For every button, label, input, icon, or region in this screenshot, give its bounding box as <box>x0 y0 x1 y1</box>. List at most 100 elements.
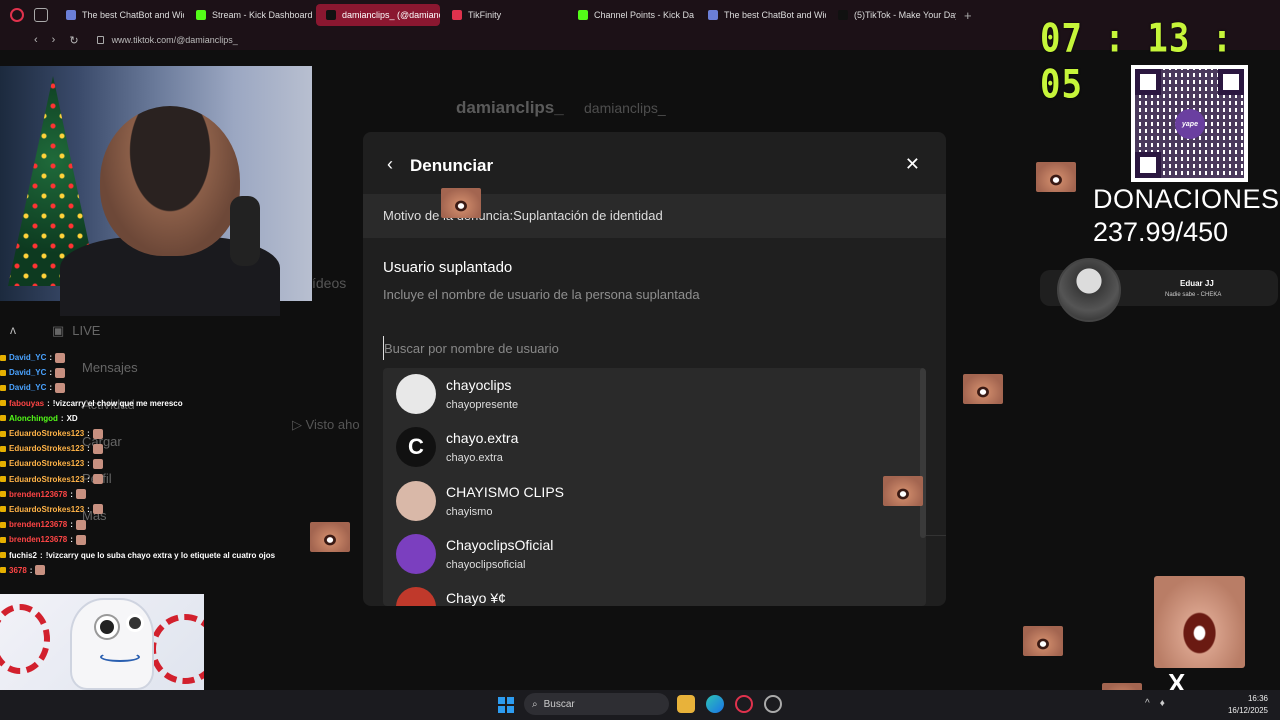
result-name: chayoclips <box>446 377 512 393</box>
modal-title: Denunciar <box>410 156 494 175</box>
chat-emote-icon <box>35 565 46 576</box>
back-icon[interactable]: ‹ <box>34 34 38 47</box>
chat-badge-icon <box>0 506 6 513</box>
tab-label: The best ChatBot and Wid <box>82 10 184 20</box>
browser-tab[interactable]: Stream - Kick Dashboard <box>186 4 314 26</box>
reload-icon[interactable]: ↻ <box>69 34 78 47</box>
laughing-emote <box>1154 576 1245 668</box>
pipe-cleaner-arm <box>150 614 204 684</box>
settings-app-icon[interactable] <box>764 695 782 713</box>
username-search-input[interactable] <box>383 336 926 360</box>
chat-badge-icon <box>0 430 6 437</box>
mic-icon[interactable]: ♦ <box>1160 698 1165 709</box>
watched-label: ▷ Visto aho <box>292 417 360 432</box>
donations-title: DONACIONES <box>1093 184 1280 214</box>
search-results-dropdown: chayoclips chayopresente Cchayo.extra chayo… <box>383 368 926 606</box>
videos-tab[interactable]: ídeos <box>312 275 346 291</box>
chat-badge-icon <box>0 369 6 376</box>
chat-message: 3678: <box>0 563 300 578</box>
search-result-item[interactable]: Chayo ¥¢ <box>383 581 926 606</box>
chat-message: brenden123678: <box>0 532 300 547</box>
chat-badge-icon <box>0 460 6 467</box>
browser-tab[interactable]: The best ChatBot and Wid <box>56 4 184 26</box>
chat-username: EduardoStrokes123 <box>9 504 85 514</box>
profile-handle: damianclips_ <box>584 100 666 116</box>
chat-message: David_YC: <box>0 365 300 380</box>
c-logo-icon: C <box>408 434 424 460</box>
tab-favicon-icon <box>326 10 336 20</box>
browser-tab[interactable]: Channel Points - Kick Da <box>568 4 696 26</box>
forky-mouth <box>100 652 140 662</box>
taskbar-search[interactable]: ⌕ Buscar <box>524 693 669 715</box>
chat-username: EduardoStrokes123 <box>9 474 85 484</box>
chat-username: EduardoStrokes123 <box>9 459 85 469</box>
chat-message: EduardoStrokes123: <box>0 426 300 441</box>
chat-emote-icon <box>75 534 86 545</box>
url-field[interactable]: www.tiktok.com/@damianclips_ <box>112 35 238 45</box>
lock-icon <box>96 36 104 44</box>
opera-logo-icon[interactable] <box>10 8 24 22</box>
chat-text: !vizcarry el chow que me meresco <box>52 398 183 408</box>
browser-tab[interactable]: (5)TikTok - Make Your Day <box>828 4 956 26</box>
qr-finder <box>1135 152 1161 178</box>
tab-label: Channel Points - Kick Da <box>594 10 695 20</box>
chat-emote-icon <box>92 474 103 485</box>
chat-emote-icon <box>92 428 103 439</box>
song-artist: Eduar JJ <box>1180 279 1214 288</box>
result-name: Chayo ¥¢ <box>446 590 506 606</box>
close-icon[interactable]: ✕ <box>905 154 920 175</box>
chat-username: fuchis2 <box>9 550 38 560</box>
clock-date: 16/12/2025 <box>1227 706 1268 715</box>
profile-name: damianclips_ <box>456 98 564 117</box>
user-avatar <box>396 587 436 606</box>
chat-badge-icon <box>0 354 6 361</box>
tab-label: The best ChatBot and Wid <box>724 10 826 20</box>
taskbar-search-label: Buscar <box>543 698 575 710</box>
edge-icon[interactable] <box>706 695 724 713</box>
tab-label: damianclips_ (@damiancl <box>342 10 440 20</box>
user-avatar <box>396 374 436 414</box>
result-name: ChayoclipsOficial <box>446 536 554 553</box>
browser-tab[interactable]: TikFinity <box>442 4 566 26</box>
result-handle: chayoclipsoficial <box>446 558 526 571</box>
chat-emote-icon <box>55 382 66 393</box>
chat-text: !vizcarry que lo suba chayo extra y lo e… <box>45 550 276 560</box>
pipe-cleaner-arm <box>0 604 50 674</box>
tab-favicon-icon <box>578 10 588 20</box>
browser-tab[interactable]: The best ChatBot and Wid <box>698 4 826 26</box>
windows-start-icon[interactable] <box>498 697 514 713</box>
chat-message: EduardoStrokes123: <box>0 472 300 487</box>
tab-label: TikFinity <box>468 10 502 20</box>
opera-icon[interactable] <box>735 695 753 713</box>
new-tab-icon[interactable]: + <box>964 8 972 23</box>
chat-badge-icon <box>0 445 6 452</box>
search-result-item[interactable]: chayoclips chayopresente <box>383 368 926 421</box>
search-result-item[interactable]: Cchayo.extra chayo.extra <box>383 421 926 474</box>
chat-username: David_YC <box>9 383 47 393</box>
tab-label: Stream - Kick Dashboard <box>212 10 313 20</box>
back-arrow-icon[interactable]: ‹ <box>387 154 393 175</box>
file-explorer-icon[interactable] <box>677 695 695 713</box>
chat-message: brenden123678: <box>0 487 300 502</box>
chat-badge-icon <box>0 491 6 498</box>
tab-favicon-icon <box>838 10 848 20</box>
side-nav-live[interactable]: ▣ LIVE <box>52 312 172 349</box>
emote-sticker <box>963 374 1003 404</box>
emote-sticker <box>1036 162 1076 192</box>
taskbar-clock[interactable]: 16:36 16/12/2025 <box>1226 693 1268 717</box>
search-result-item[interactable]: CHAYISMO CLIPS chayismo <box>383 475 926 528</box>
search-result-item[interactable]: ChayoclipsOficial chayoclipsoficial <box>383 528 926 581</box>
tab-menu-icon[interactable] <box>34 8 48 22</box>
browser-tab[interactable]: damianclips_ (@damiancl× <box>316 4 440 26</box>
chat-badge-icon <box>0 476 6 483</box>
chat-message: fuchis2: !vizcarry que lo suba chayo extr… <box>0 547 300 562</box>
chevron-up-icon[interactable]: ^ <box>1145 698 1150 709</box>
chat-emote-icon <box>75 489 86 500</box>
chat-username: brenden123678 <box>9 489 68 499</box>
result-name: CHAYISMO CLIPS <box>446 483 564 500</box>
forward-icon[interactable]: › <box>52 34 56 47</box>
forky-face <box>70 598 154 690</box>
chat-username: David_YC <box>9 353 47 363</box>
chat-emote-icon <box>55 352 66 363</box>
chat-message: brenden123678: <box>0 517 300 532</box>
